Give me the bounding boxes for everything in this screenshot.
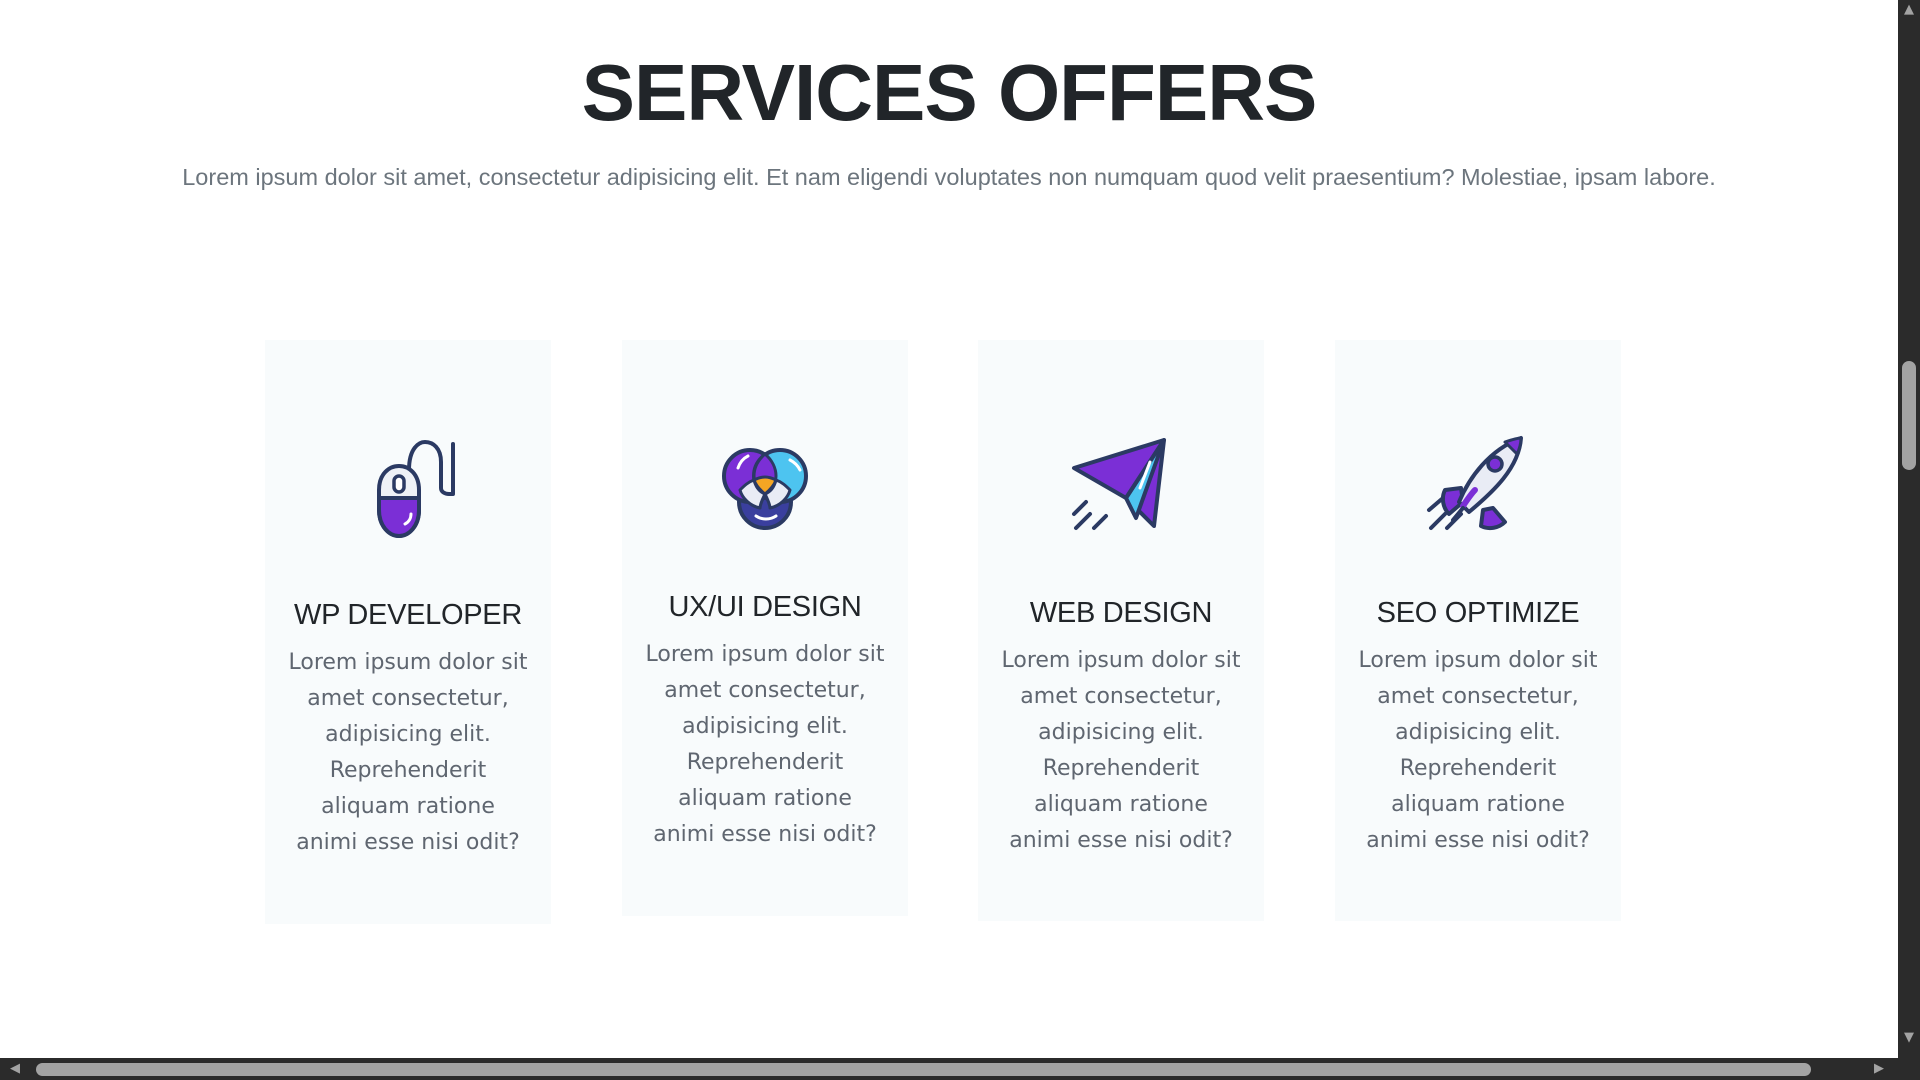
service-card-web-design: WEB DESIGN Lorem ipsum dolor sit amet co…: [978, 340, 1264, 921]
card-description: Lorem ipsum dolor sit amet consectetur, …: [1358, 648, 1598, 853]
scroll-left-arrow-icon[interactable]: ◀: [4, 1058, 26, 1080]
color-circles-icon: [705, 423, 825, 543]
service-card-ux-ui-design: UX/UI DESIGN Lorem ipsum dolor sit amet …: [622, 340, 908, 916]
vertical-scrollbar[interactable]: ▲ ▼: [1898, 0, 1920, 1058]
card-title: WP DEVELOPER: [294, 599, 522, 631]
service-card-wp-developer: WP DEVELOPER Lorem ipsum dolor sit amet …: [265, 340, 551, 924]
horizontal-scrollbar[interactable]: ◀ ▶: [0, 1058, 1898, 1080]
horizontal-scroll-thumb[interactable]: [36, 1063, 1811, 1076]
card-title: SEO OPTIMIZE: [1376, 597, 1580, 629]
card-description: Lorem ipsum dolor sit amet consectetur, …: [1001, 648, 1241, 853]
scrollbar-corner: [1898, 1058, 1920, 1080]
scroll-down-arrow-icon[interactable]: ▼: [1898, 1028, 1920, 1048]
rocket-icon: [1418, 423, 1538, 543]
section-title: SERVICES OFFERS: [581, 48, 1318, 137]
vertical-scroll-thumb[interactable]: [1902, 361, 1916, 470]
scroll-up-arrow-icon[interactable]: ▲: [1898, 0, 1920, 20]
card-description: Lorem ipsum dolor sit amet consectetur, …: [645, 642, 885, 847]
card-title: UX/UI DESIGN: [668, 591, 862, 623]
section-subtitle: Lorem ipsum dolor sit amet, consectetur …: [182, 164, 1716, 190]
card-description: Lorem ipsum dolor sit amet consectetur, …: [288, 650, 528, 855]
scroll-right-arrow-icon[interactable]: ▶: [1868, 1058, 1890, 1080]
page-viewport: SERVICES OFFERS Lorem ipsum dolor sit am…: [0, 0, 1898, 1058]
paper-plane-icon: [1061, 423, 1181, 543]
mouse-icon: [348, 423, 468, 543]
card-title: WEB DESIGN: [1029, 597, 1213, 629]
service-card-seo-optimize: SEO OPTIMIZE Lorem ipsum dolor sit amet …: [1335, 340, 1621, 921]
